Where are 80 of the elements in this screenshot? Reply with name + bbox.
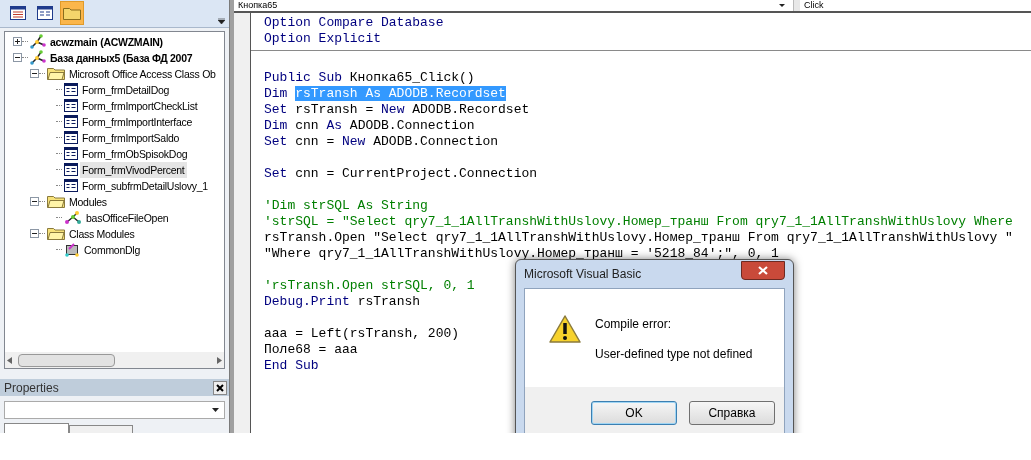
scrollbar-thumb[interactable] — [18, 353, 115, 367]
folder-icon — [47, 227, 65, 240]
error-heading: Compile error: — [595, 316, 673, 333]
tree-item[interactable]: Form_frmObSpisokDog — [80, 145, 190, 162]
plus-icon — [14, 38, 21, 45]
code-line: Dim rsTransh As ADODB.Recordset — [264, 86, 506, 102]
procedure-combo[interactable]: Click — [800, 0, 1031, 11]
project-icon — [30, 50, 46, 65]
expand-toggle[interactable] — [13, 53, 22, 62]
code-line: 'strSQL = "Select qry7_1_1AllTranshWithUslovy.Номер_транш From qry7_1_1AllTranshWithUslovy Where — [264, 214, 1013, 230]
close-button[interactable] — [213, 380, 227, 395]
module-icon — [64, 210, 82, 225]
code-line: End Sub — [264, 358, 319, 374]
tree-item[interactable]: Modules — [67, 193, 109, 210]
scroll-left-icon[interactable] — [7, 356, 12, 364]
form-icon — [64, 131, 78, 144]
expand-toggle[interactable] — [30, 197, 39, 206]
expand-toggle[interactable] — [13, 37, 22, 46]
tree-item[interactable]: Form_frmImportInterface — [80, 113, 195, 130]
tree-item[interactable]: acwzmain (ACWZMAIN) — [48, 33, 165, 50]
caret-icon — [779, 4, 785, 7]
folder-icon — [63, 6, 81, 21]
object-combo[interactable]: Кнопка65 — [234, 0, 794, 11]
minus-icon — [14, 54, 21, 61]
grid-icon — [10, 6, 26, 21]
form-icon — [64, 163, 78, 176]
tree-item[interactable]: Form_subfrmDetailUslovy_1 — [80, 177, 210, 194]
form-icon — [64, 99, 78, 112]
form-icon — [64, 147, 78, 160]
code-line: Public Sub Кнопка65_Click() — [264, 70, 475, 86]
dialog-title: Microsoft Visual Basic — [524, 266, 642, 283]
form-icon — [37, 6, 53, 21]
tree-item[interactable]: База данных5 (База ФД 2007 — [48, 49, 195, 66]
scroll-right-icon[interactable] — [217, 356, 222, 364]
code-line: 'rsTransh.Open strSQL, 0, 1 — [264, 278, 475, 294]
tree-item[interactable]: Class Modules — [67, 225, 137, 242]
code-line: Dim cnn As ADODB.Connection — [264, 118, 475, 134]
properties-tab[interactable] — [69, 425, 133, 433]
class-module-icon — [64, 242, 80, 257]
minus-icon — [31, 230, 38, 237]
project-icon — [30, 34, 46, 49]
close-icon — [758, 265, 768, 275]
error-message: User-defined type not defined — [595, 346, 753, 363]
code-line: Option Explicit — [264, 31, 382, 47]
code-line: Set cnn = New ADODB.Connection — [264, 134, 499, 150]
properties-tab[interactable] — [4, 423, 69, 433]
code-line: "Where qry7_1_1AllTranshWithUslovy.Номер_транш = '5218_84';", 0, 1 — [264, 246, 779, 262]
close-button[interactable] — [741, 260, 785, 280]
tree-item[interactable]: CommonDlg — [82, 241, 142, 258]
warning-icon — [549, 315, 581, 343]
close-icon — [216, 383, 224, 392]
tree-item[interactable]: Form_frmVivodPercent — [80, 161, 187, 178]
panel-title: Properties — [4, 379, 59, 397]
folder-icon — [47, 67, 65, 80]
minus-icon — [31, 70, 38, 77]
code-line: aaa = Left(rsTransh, 200) — [264, 326, 460, 342]
folder-icon — [47, 195, 65, 208]
code-line: Debug.Print rsTransh — [264, 294, 421, 310]
tree-item[interactable]: Form_frmImportSaldo — [80, 129, 182, 146]
form-icon — [64, 179, 78, 192]
tree-item[interactable]: Form_frmImportCheckList — [80, 97, 200, 114]
code-line: Option Compare Database — [264, 15, 444, 31]
expand-toggle[interactable] — [30, 69, 39, 78]
form-icon — [64, 83, 78, 96]
code-line: Set rsTransh = New ADODB.Recordset — [264, 102, 530, 118]
expand-toggle[interactable] — [30, 229, 39, 238]
minus-icon — [31, 198, 38, 205]
dialog-button[interactable]: OK — [591, 401, 677, 425]
code-line: Set cnn = CurrentProject.Connection — [264, 166, 538, 182]
dialog-button[interactable]: Справка — [689, 401, 775, 425]
tree-item[interactable]: Form_frmDetailDog — [80, 81, 172, 98]
tree-item[interactable]: Microsoft Office Access Class Ob — [67, 65, 218, 82]
dropdown-icon[interactable] — [218, 17, 225, 24]
code-line: rsTransh.Open "Select qry7_1_1AllTranshWithUslovy.Номер_транш From qry7_1_1AllTranshWithUslovy " — [264, 230, 1013, 246]
tree-item[interactable]: basOfficeFileOpen — [84, 209, 171, 226]
horizontal-scrollbar[interactable] — [5, 352, 224, 369]
code-line: Поле68 = aaa — [264, 342, 358, 358]
code-line: 'Dim strSQL As String — [264, 198, 428, 214]
caret-icon — [212, 408, 219, 413]
form-icon — [64, 115, 78, 128]
